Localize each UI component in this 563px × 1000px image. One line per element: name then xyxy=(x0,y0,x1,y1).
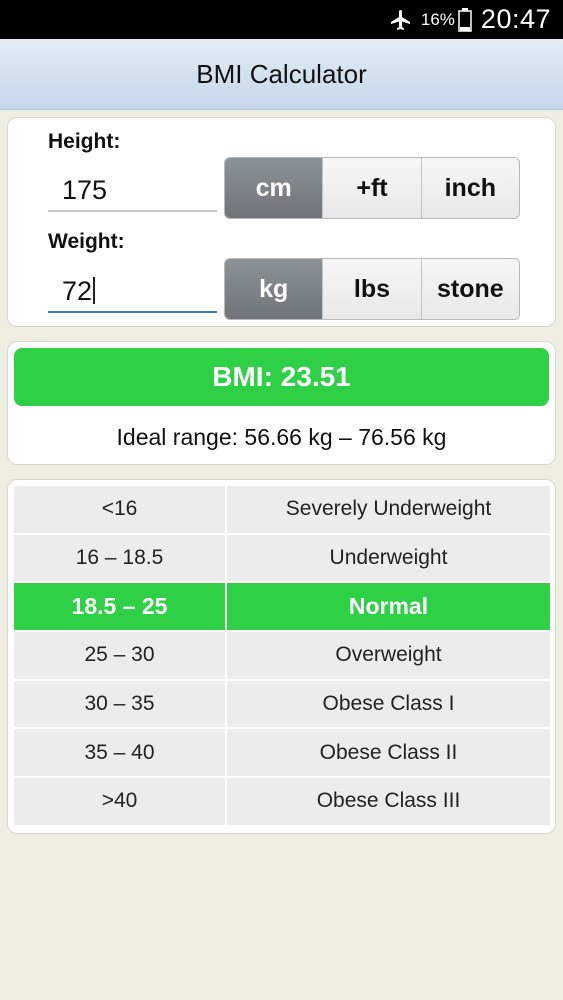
weight-unit-selector[interactable]: kg lbs stone xyxy=(224,258,520,320)
airplane-mode-icon xyxy=(390,9,410,30)
clock: 20:47 xyxy=(480,4,551,34)
unit-cm-button[interactable]: cm xyxy=(225,158,323,218)
bmi-range-cell: 35 – 40 xyxy=(14,729,227,779)
input-card: Height: 175 cm +ft inch Weight: 72 kg lb… xyxy=(7,117,556,327)
height-unit-selector[interactable]: cm +ft inch xyxy=(224,157,520,219)
bmi-range-cell: 16 – 18.5 xyxy=(14,534,227,584)
bmi-category-cell: Normal xyxy=(227,583,550,633)
unit-stone-button[interactable]: stone xyxy=(420,259,519,319)
weight-value: 72 xyxy=(62,276,93,306)
text-cursor xyxy=(93,277,96,304)
bmi-range-cell: 18.5 – 25 xyxy=(14,583,227,633)
bmi-category-cell: Obese Class I xyxy=(227,680,550,730)
battery-icon xyxy=(458,7,472,32)
bmi-category-cell: Severely Underweight xyxy=(227,486,550,535)
bmi-value: BMI: 23.51 xyxy=(212,361,351,392)
height-value: 175 xyxy=(62,175,108,205)
weight-input[interactable]: 72 xyxy=(48,273,217,313)
unit-inch-button[interactable]: inch xyxy=(420,158,519,218)
table-row: 25 – 30 Overweight xyxy=(14,632,550,681)
unit-lbs-button[interactable]: lbs xyxy=(322,259,421,319)
bmi-category-cell: Underweight xyxy=(227,534,550,584)
height-input[interactable]: 175 xyxy=(48,172,217,212)
table-row: 30 – 35 Obese Class I xyxy=(14,680,550,730)
unit-kg-button[interactable]: kg xyxy=(225,259,323,319)
bmi-range-cell: >40 xyxy=(14,778,227,827)
bmi-result-bar: BMI: 23.51 xyxy=(14,348,549,406)
bmi-category-cell: Obese Class III xyxy=(227,778,550,827)
bmi-range-cell: 30 – 35 xyxy=(14,680,227,730)
table-row: <16 Severely Underweight xyxy=(14,486,550,535)
bmi-range-cell: 25 – 30 xyxy=(14,632,227,681)
unit-ft-button[interactable]: +ft xyxy=(322,158,421,218)
table-row: 16 – 18.5 Underweight xyxy=(14,534,550,584)
ideal-weight-range: Ideal range: 56.66 kg – 76.56 kg xyxy=(116,424,447,450)
app-bar: BMI Calculator xyxy=(0,39,563,110)
result-card: BMI: 23.51 Ideal range: 56.66 kg – 76.56… xyxy=(7,341,556,465)
bmi-range-cell: <16 xyxy=(14,486,227,535)
bmi-category-table: <16 Severely Underweight 16 – 18.5 Underwei… xyxy=(14,486,550,827)
height-label: Height: xyxy=(48,130,121,153)
table-row: 35 – 40 Obese Class II xyxy=(14,729,550,779)
status-bar: 16% 20:47 xyxy=(0,0,563,39)
bmi-category-cell: Obese Class II xyxy=(227,729,550,779)
table-row: 18.5 – 25 Normal xyxy=(14,583,550,633)
bmi-category-card: <16 Severely Underweight 16 – 18.5 Underwei… xyxy=(7,479,556,834)
bmi-category-cell: Overweight xyxy=(227,632,550,681)
battery-percent: 16% xyxy=(420,9,455,29)
app-title: BMI Calculator xyxy=(196,58,367,89)
weight-label: Weight: xyxy=(48,230,125,253)
table-row: >40 Obese Class III xyxy=(14,778,550,827)
